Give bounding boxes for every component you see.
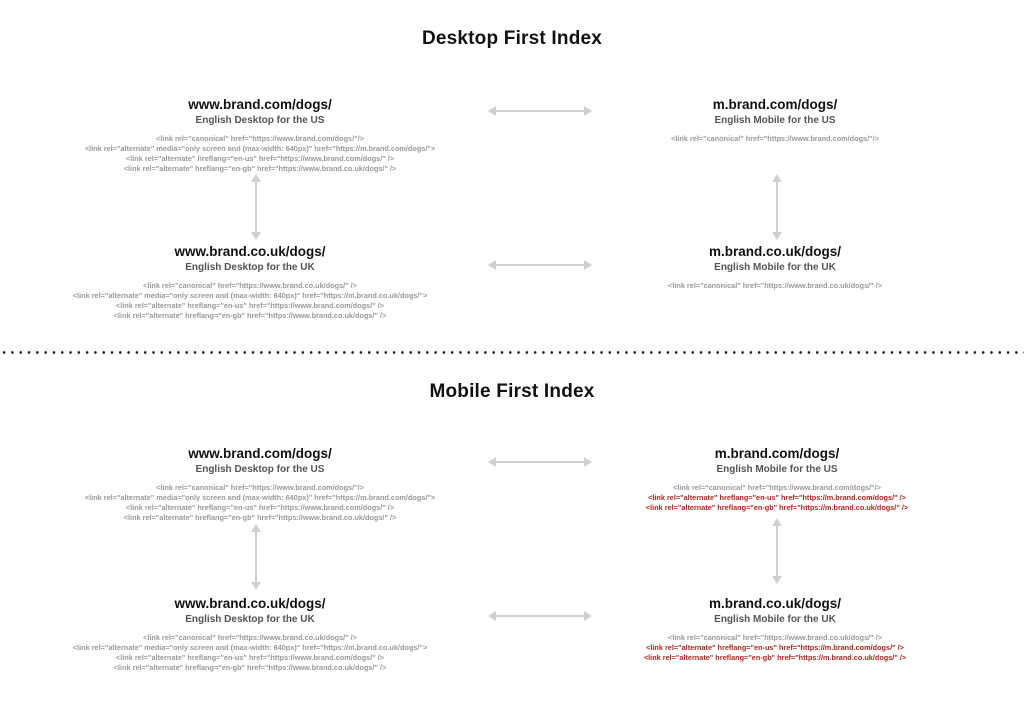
node-url: www.brand.co.uk/dogs/: [174, 596, 326, 611]
code-line: <link rel="alternate" hreflang="en-us" h…: [115, 301, 385, 310]
code-line: <link rel="canonical" href="https://www.…: [668, 281, 882, 290]
section-title-desktop-first: Desktop First Index: [421, 28, 603, 49]
node-subtitle: English Mobile for the US: [714, 115, 836, 126]
code-block: <link rel="canonical" href="https://www.…: [0, 633, 500, 673]
code-line-highlighted: <link rel="alternate" hreflang="en-gb" h…: [643, 653, 907, 662]
node-subtitle: English Mobile for the UK: [714, 614, 836, 625]
code-line: <link rel="canonical" href="https://www.…: [668, 633, 882, 642]
node-subtitle: English Desktop for the US: [195, 464, 325, 475]
code-line: <link rel="canonical" href="https://www.…: [143, 633, 357, 642]
node-mobile-us: m.brand.com/dogs/ English Mobile for the…: [577, 446, 977, 513]
code-line-highlighted: <link rel="alternate" hreflang="en-us" h…: [648, 493, 906, 502]
code-line: <link rel="alternate" hreflang="en-gb" h…: [113, 311, 387, 320]
node-url: www.brand.com/dogs/: [188, 97, 332, 112]
node-desktop-uk: www.brand.co.uk/dogs/ English Desktop fo…: [0, 244, 500, 321]
node-subtitle: English Desktop for the UK: [185, 614, 315, 625]
code-line: <link rel="alternate" hreflang="en-gb" h…: [123, 164, 397, 173]
double-arrow-vertical-icon: [251, 174, 261, 240]
code-line: <link rel="alternate" hreflang="en-us" h…: [125, 154, 395, 163]
code-line: <link rel="alternate" media="only screen…: [84, 493, 436, 502]
code-line: <link rel="canonical" href="https://www.…: [156, 134, 364, 143]
code-line: <link rel="alternate" hreflang="en-us" h…: [115, 653, 385, 662]
code-line: <link rel="alternate" hreflang="en-gb" h…: [123, 513, 397, 522]
code-line: <link rel="alternate" media="only screen…: [72, 643, 428, 652]
node-desktop-us: www.brand.com/dogs/ English Desktop for …: [10, 446, 510, 523]
code-line: <link rel="canonical" href="https://www.…: [671, 134, 879, 143]
code-line: <link rel="alternate" media="only screen…: [72, 291, 428, 300]
node-subtitle: English Desktop for the US: [195, 115, 325, 126]
code-line: <link rel="alternate" media="only screen…: [84, 144, 436, 153]
node-subtitle: English Mobile for the US: [716, 464, 838, 475]
code-line: <link rel="alternate" hreflang="en-gb" h…: [113, 663, 387, 672]
code-line-highlighted: <link rel="alternate" hreflang="en-gb" h…: [645, 503, 909, 512]
code-block: <link rel="canonical" href="https://www.…: [575, 134, 975, 144]
node-subtitle: English Mobile for the UK: [714, 262, 836, 273]
double-arrow-horizontal-icon: [488, 260, 592, 270]
code-block: <link rel="canonical" href="https://www.…: [10, 134, 510, 174]
code-block: <link rel="canonical" href="https://www.…: [577, 483, 977, 513]
node-mobile-us: m.brand.com/dogs/ English Mobile for the…: [575, 97, 975, 144]
double-arrow-vertical-icon: [772, 518, 782, 584]
double-arrow-horizontal-icon: [488, 106, 592, 116]
code-line: <link rel="alternate" hreflang="en-us" h…: [125, 503, 395, 512]
node-url: www.brand.com/dogs/: [188, 446, 332, 461]
node-url: m.brand.com/dogs/: [712, 97, 838, 112]
code-line: <link rel="canonical" href="https://www.…: [156, 483, 364, 492]
node-url: m.brand.com/dogs/: [714, 446, 840, 461]
node-url: m.brand.co.uk/dogs/: [708, 596, 841, 611]
code-line: <link rel="canonical" href="https://www.…: [673, 483, 881, 492]
double-arrow-vertical-icon: [251, 524, 261, 590]
node-subtitle: English Desktop for the UK: [185, 262, 315, 273]
dotted-divider: [0, 351, 1024, 354]
code-line-highlighted: <link rel="alternate" hreflang="en-us" h…: [646, 643, 904, 652]
code-block: <link rel="canonical" href="https://www.…: [10, 483, 510, 523]
code-line: <link rel="canonical" href="https://www.…: [143, 281, 357, 290]
node-mobile-uk: m.brand.co.uk/dogs/ English Mobile for t…: [575, 244, 975, 291]
code-block: <link rel="canonical" href="https://www.…: [575, 633, 975, 663]
double-arrow-horizontal-icon: [488, 457, 592, 467]
code-block: <link rel="canonical" href="https://www.…: [0, 281, 500, 321]
code-block: <link rel="canonical" href="https://www.…: [575, 281, 975, 291]
node-desktop-uk: www.brand.co.uk/dogs/ English Desktop fo…: [0, 596, 500, 673]
double-arrow-vertical-icon: [772, 174, 782, 240]
node-url: www.brand.co.uk/dogs/: [174, 244, 326, 259]
node-desktop-us: www.brand.com/dogs/ English Desktop for …: [10, 97, 510, 174]
node-mobile-uk: m.brand.co.uk/dogs/ English Mobile for t…: [575, 596, 975, 663]
double-arrow-horizontal-icon: [488, 611, 592, 621]
section-title-mobile-first: Mobile First Index: [429, 381, 595, 402]
node-url: m.brand.co.uk/dogs/: [708, 244, 841, 259]
